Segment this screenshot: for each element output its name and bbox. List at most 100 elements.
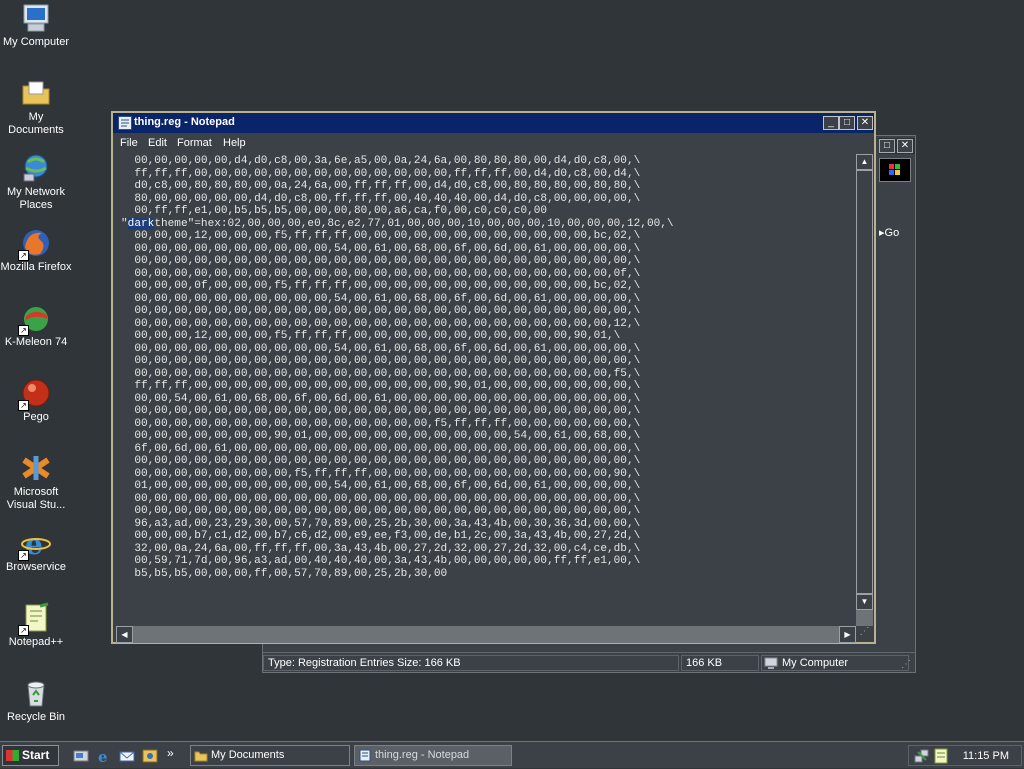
- go-button[interactable]: ▸Go: [879, 226, 899, 239]
- status-size: 166 KB: [681, 655, 759, 671]
- taskbar: Start e » My Documents thing.reg - Notep…: [0, 741, 1024, 768]
- desktop-icon-k-meleon[interactable]: ↗ K-Meleon 74: [0, 302, 72, 349]
- minimize-button[interactable]: _: [823, 116, 839, 130]
- close-icon: ✕: [860, 117, 870, 128]
- shortcut-arrow-icon: ↗: [18, 400, 29, 411]
- desktop-icon-browservice[interactable]: e ↗ Browservice: [0, 527, 72, 574]
- firefox-icon: ↗: [18, 227, 52, 261]
- arrow-left-icon: ◀: [121, 630, 128, 639]
- folder-icon: [20, 77, 52, 109]
- scroll-thumb[interactable]: [856, 170, 873, 594]
- vertical-scrollbar[interactable]: ▲ ▼: [856, 154, 873, 626]
- desktop-icon-label: Pego: [23, 411, 49, 423]
- arrow-right-icon: ▶: [844, 630, 851, 639]
- desktop-icon-my-network-places[interactable]: My Network Places: [0, 152, 72, 212]
- desktop-icon-my-documents[interactable]: My Documents: [0, 77, 72, 137]
- shortcut-arrow-icon: ↗: [18, 250, 29, 261]
- ie-icon[interactable]: e: [96, 748, 112, 766]
- explorer-toolbar-edge: ▸Go: [877, 156, 913, 256]
- desktop-icon-label: My Documents: [8, 111, 64, 136]
- menu-format[interactable]: Format: [177, 137, 212, 149]
- kmeleon-icon: ↗: [18, 302, 52, 336]
- quicklaunch-overflow-button[interactable]: »: [167, 746, 174, 760]
- maximize-button[interactable]: □: [839, 116, 855, 130]
- scroll-down-button[interactable]: ▼: [856, 594, 873, 610]
- windows-logo-icon: [879, 158, 911, 182]
- windows-flag-icon: [6, 750, 19, 761]
- minimize-icon: _: [828, 117, 834, 128]
- media-icon[interactable]: [142, 748, 158, 764]
- menu-file[interactable]: File: [120, 137, 138, 149]
- maximize-icon: □: [883, 140, 891, 151]
- desktop-icon-firefox[interactable]: ↗ Mozilla Firefox: [0, 227, 72, 274]
- status-zone: My Computer: [761, 655, 909, 671]
- menu-edit[interactable]: Edit: [148, 137, 167, 149]
- ie-icon: e ↗: [18, 527, 52, 561]
- close-icon: ✕: [900, 140, 910, 151]
- desktop-icon-label: Recycle Bin: [6, 711, 66, 723]
- scroll-right-button[interactable]: ▶: [839, 626, 856, 643]
- visual-studio-icon: [20, 452, 52, 484]
- desktop-icon-label: My Network Places: [6, 186, 66, 211]
- desktop-icon-pego[interactable]: ↗ Pego: [0, 377, 72, 424]
- start-button[interactable]: Start: [2, 745, 59, 766]
- desktop-icon-notepadpp[interactable]: ↗ Notepad++: [0, 602, 72, 649]
- go-label: Go: [884, 227, 900, 239]
- resize-grip-icon[interactable]: ⋰: [856, 626, 873, 643]
- file-content: 00,00,00,00,00,d4,d0,c8,00,3a,6e,a5,00,0…: [116, 154, 856, 580]
- scroll-up-button[interactable]: ▲: [856, 154, 873, 170]
- task-label: My Documents: [211, 749, 285, 761]
- desktop-icon-label: Browservice: [6, 561, 66, 573]
- desktop-icon-visual-studio[interactable]: Microsoft Visual Stu...: [0, 452, 72, 512]
- explorer-titlebar-controls: □ ✕: [879, 138, 915, 154]
- text-editor-area[interactable]: 00,00,00,00,00,d4,d0,c8,00,3a,6e,a5,00,0…: [116, 154, 856, 626]
- desktop-icon-label: K-Meleon 74: [4, 336, 68, 348]
- menu-help[interactable]: Help: [223, 137, 246, 149]
- window-title: thing.reg - Notepad: [134, 116, 235, 128]
- folder-icon: [194, 749, 208, 762]
- notepadpp-icon: ↗: [18, 602, 52, 636]
- desktop-icon-label: Notepad++: [8, 636, 64, 648]
- close-button[interactable]: ✕: [857, 116, 873, 130]
- clock[interactable]: 11:15 PM: [963, 750, 1009, 762]
- desktop-icon-label: Mozilla Firefox: [0, 261, 72, 273]
- resize-grip-icon[interactable]: ⋰: [901, 659, 911, 670]
- notepad-icon: [358, 749, 372, 762]
- close-button[interactable]: ✕: [897, 139, 913, 153]
- notepadpp-tray-icon[interactable]: [933, 748, 949, 767]
- svg-text:e: e: [98, 748, 108, 764]
- network-icon: [20, 152, 52, 184]
- show-desktop-icon[interactable]: [73, 748, 89, 764]
- arrow-down-icon: ▼: [860, 597, 869, 606]
- task-label: thing.reg - Notepad: [375, 749, 470, 761]
- horizontal-scrollbar[interactable]: ◀ ▶: [116, 626, 856, 643]
- status-type-size: Type: Registration Entries Size: 166 KB: [263, 655, 679, 671]
- explorer-status-bar: Type: Registration Entries Size: 166 KB …: [263, 652, 915, 672]
- status-zone-label: My Computer: [782, 657, 849, 669]
- outlook-icon[interactable]: [119, 748, 135, 764]
- notepad-window[interactable]: thing.reg - Notepad _ □ ✕ File Edit Form…: [111, 111, 876, 644]
- notepad-titlebar[interactable]: thing.reg - Notepad _ □ ✕: [113, 113, 874, 133]
- desktop-icon-recycle-bin[interactable]: Recycle Bin: [0, 677, 72, 724]
- content-after: theme"=hex:02,00,00,00,e0,8c,e2,77,01,00…: [134, 217, 674, 580]
- notepad-icon[interactable]: [118, 116, 132, 130]
- shortcut-arrow-icon: ↗: [18, 625, 29, 636]
- desktop-icon-label: Microsoft Visual Stu...: [6, 486, 66, 511]
- taskbar-button-my-documents[interactable]: My Documents: [190, 745, 350, 766]
- computer-icon: [764, 657, 778, 673]
- shortcut-arrow-icon: ↗: [18, 325, 29, 336]
- scroll-left-button[interactable]: ◀: [116, 626, 133, 643]
- maximize-button[interactable]: □: [879, 139, 895, 153]
- system-tray: 11:15 PM: [908, 745, 1022, 766]
- arrow-up-icon: ▲: [860, 157, 869, 166]
- maximize-icon: □: [843, 117, 851, 128]
- text-selection: dark: [127, 217, 155, 230]
- computer-icon: [20, 2, 52, 34]
- taskbar-button-notepad[interactable]: thing.reg - Notepad: [354, 745, 512, 766]
- recycle-bin-icon: [20, 677, 52, 709]
- shortcut-arrow-icon: ↗: [18, 550, 29, 561]
- desktop-icon-my-computer[interactable]: My Computer: [0, 2, 72, 49]
- desktop-icon-label: My Computer: [2, 36, 70, 48]
- network-tray-icon[interactable]: [914, 748, 930, 767]
- menu-bar: File Edit Format Help: [113, 134, 874, 152]
